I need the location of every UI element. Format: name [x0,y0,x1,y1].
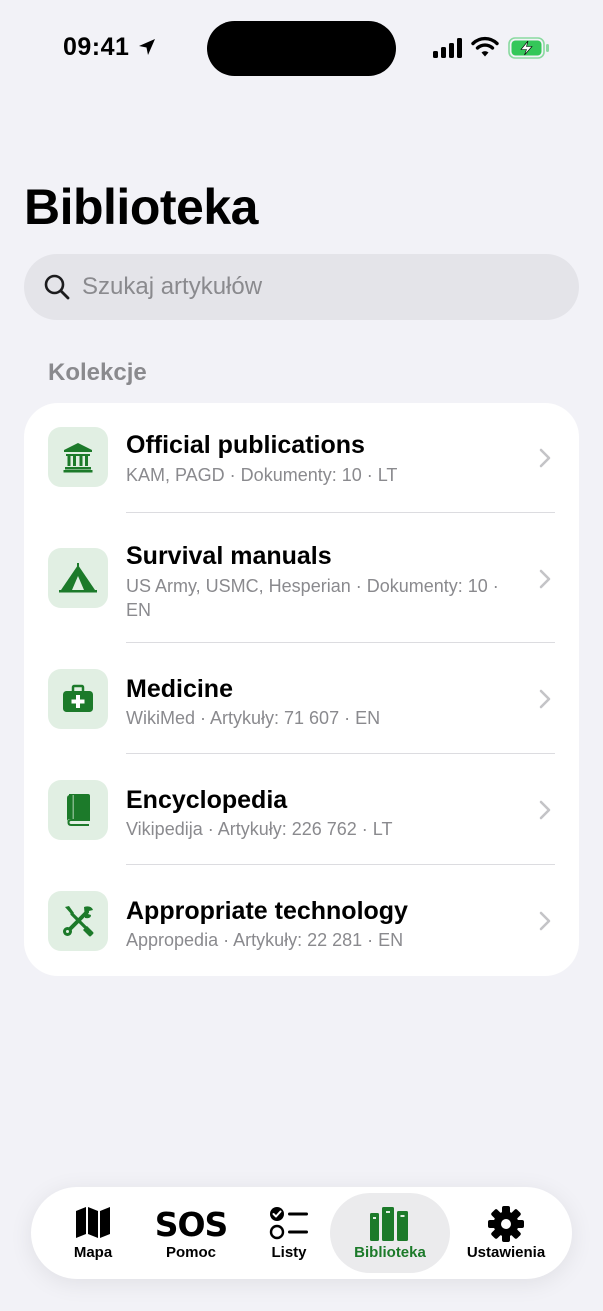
gear-icon [488,1206,524,1242]
status-time: 09:41 [63,33,130,61]
wifi-icon [471,36,499,57]
chevron-right-icon [539,569,551,589]
collection-title: Encyclopedia [126,786,288,814]
tools-icon [48,891,108,951]
tab-biblioteka[interactable]: Biblioteka [330,1193,450,1273]
collection-subtitle: KAM, PAGD · Dokumenty: 10 · LT [126,465,398,485]
collection-title: Appropriate technology [126,897,408,925]
tab-label: Mapa [73,1244,113,1261]
search-icon [44,274,70,300]
cellular-signal-icon [433,38,462,58]
tab-listy[interactable]: Listy [235,1193,343,1273]
collection-subtitle: WikiMed · Artykuły: 71 607 · EN [126,708,381,728]
collections-list: Official publications KAM, PAGD · Dokume… [24,403,579,976]
chevron-right-icon [539,911,551,931]
collection-subtitle: US Army, USMC, Hesperian · Dokumenty: 10… [126,576,499,620]
library-icon [370,1207,408,1241]
tab-label: Listy [271,1244,307,1261]
section-header-collections: Kolekcje [48,359,147,386]
collection-subtitle: Appropedia · Artykuły: 22 281 · EN [126,930,404,950]
collection-title: Medicine [126,675,233,703]
tab-label: Pomoc [165,1244,216,1261]
tab-label: Biblioteka [354,1244,426,1261]
collection-official-publications[interactable]: Official publications KAM, PAGD · Dokume… [24,403,579,513]
collection-survival-manuals[interactable]: Survival manuals US Army, USMC, Hesperia… [24,513,579,643]
chevron-right-icon [539,800,551,820]
tent-icon [48,548,108,608]
map-icon [76,1207,110,1238]
bank-icon [48,427,108,487]
tab-mapa[interactable]: Mapa [39,1193,147,1273]
chevron-right-icon [539,689,551,709]
location-arrow-icon [139,39,155,55]
collection-title: Official publications [126,431,365,459]
battery-charging-icon [508,37,549,59]
collection-medicine[interactable]: Medicine WikiMed · Artykuły: 71 607 · EN [24,643,579,754]
tab-ustawienia[interactable]: Ustawienia [450,1193,562,1273]
chevron-right-icon [539,448,551,468]
collection-appropriate-technology[interactable]: Appropriate technology Appropedia · Arty… [24,865,579,976]
collection-subtitle: Vikipedija · Artykuły: 226 762 · LT [126,819,393,839]
search-bar[interactable] [24,254,579,320]
tab-label: Ustawienia [466,1244,546,1261]
collection-title: Survival manuals [126,542,332,570]
book-icon [48,780,108,840]
dynamic-island [207,21,396,76]
page-title: Biblioteka [24,179,258,235]
status-bar: 09:41 [0,0,603,100]
collection-encyclopedia[interactable]: Encyclopedia Vikipedija · Artykuły: 226 … [24,754,579,865]
checklist-icon [269,1207,308,1240]
medical-kit-icon [48,669,108,729]
tab-bar: Mapa SOS Pomoc Listy Biblioteka Ustawien… [31,1187,572,1279]
search-input[interactable] [82,254,552,320]
sos-icon: SOS [154,1205,229,1244]
tab-pomoc[interactable]: SOS Pomoc [147,1193,235,1273]
